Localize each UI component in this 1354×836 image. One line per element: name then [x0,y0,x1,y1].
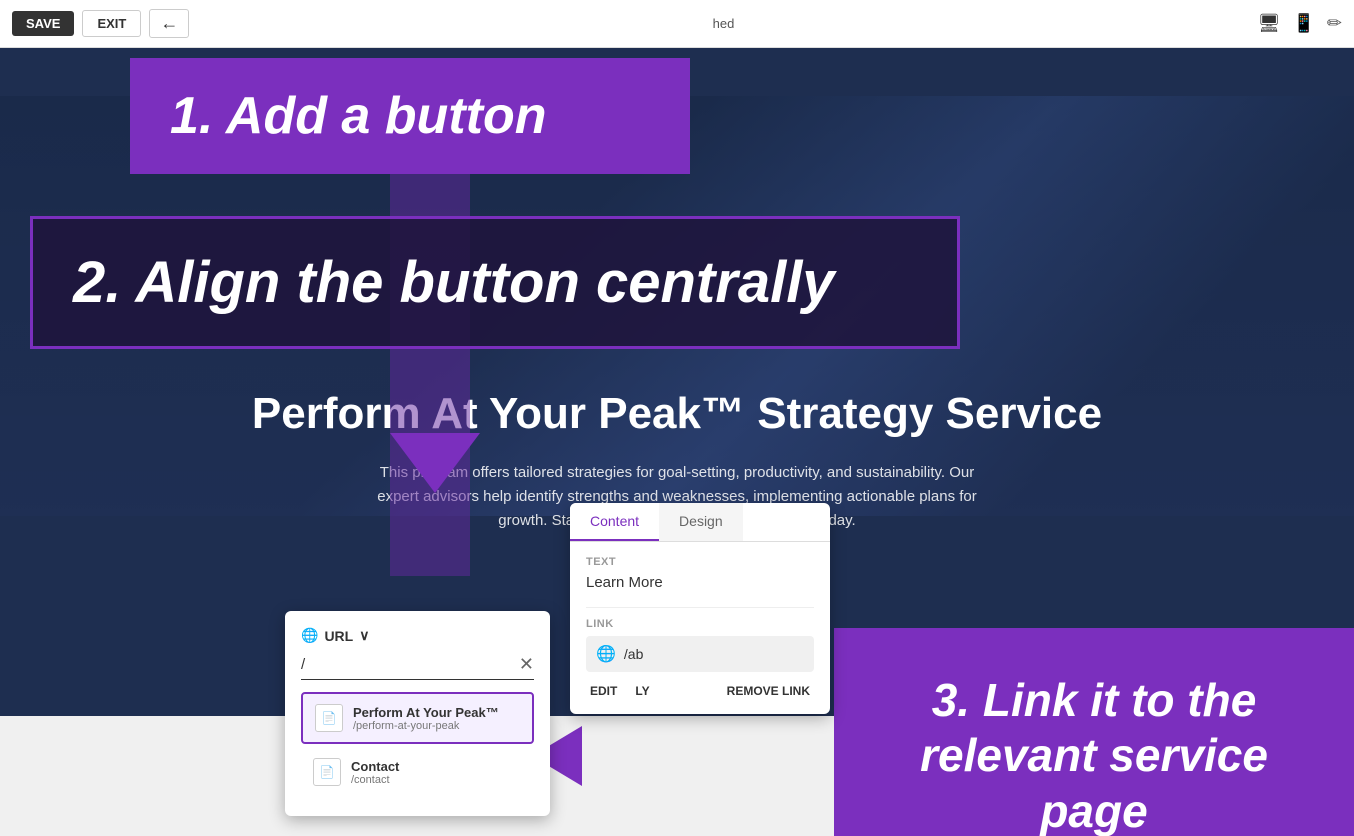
globe-icon: 🌐 [301,627,318,644]
page-info-peak: Perform At Your Peak™ /perform-at-your-p… [353,705,499,732]
link-globe-icon: 🌐 [596,644,616,664]
page-name-contact: Contact [351,759,399,774]
url-dropdown-icon[interactable]: ∨ [359,627,369,644]
desktop-icon[interactable]: 🖥 [1258,13,1281,34]
view-icons: 🖥 📱 ✏ [1258,13,1342,34]
step3-text: 3. Link it to the relevant service page [864,673,1324,836]
content-panel: Content Design TEXT Learn More LINK 🌐 /a… [570,503,830,714]
panel-tabs: Content Design [570,503,830,542]
step2-text: 2. Align the button centrally [73,249,917,316]
text-label: TEXT [586,556,814,568]
toolbar: SAVE EXIT ← hed 🖥 📱 ✏ [0,0,1354,48]
panel-body: TEXT Learn More LINK 🌐 /ab EDIT LY REMOV… [570,542,830,714]
url-input[interactable] [301,656,519,673]
link-row: 🌐 /ab [586,636,814,672]
step1-text: 1. Add a button [170,86,650,146]
link-label: LINK [586,618,814,630]
publish-status: hed [713,16,735,31]
page-icon-peak: 📄 [315,704,343,732]
pen-icon[interactable]: ✏ [1327,13,1342,34]
url-panel: 🌐 URL ∨ ✕ 📄 Perform At Your Peak™ /perfo… [285,611,550,816]
page-item-contact[interactable]: 📄 Contact /contact [301,748,534,796]
text-value: Learn More [586,574,814,591]
mobile-icon[interactable]: 📱 [1293,13,1315,34]
url-type-label: URL [324,628,353,644]
link-text: /ab [624,646,643,662]
canvas-area: Perform At Your Peak™ Strategy Service T… [0,48,1354,836]
arrow-down-icon [390,433,480,493]
step3-box: 3. Link it to the relevant service page [834,628,1354,836]
back-button[interactable]: ← [149,9,189,38]
page-icon-contact: 📄 [313,758,341,786]
save-button[interactable]: SAVE [12,11,74,36]
url-header: 🌐 URL ∨ [301,627,534,644]
page-name-peak: Perform At Your Peak™ [353,705,499,720]
page-url-peak: /perform-at-your-peak [353,720,499,732]
tab-content[interactable]: Content [570,503,659,541]
url-input-row: ✕ [301,654,534,680]
edit-link-button[interactable]: EDIT [586,682,621,700]
tab-design[interactable]: Design [659,503,743,541]
remove-link-button[interactable]: REMOVE LINK [723,682,814,700]
link-actions: EDIT LY REMOVE LINK [586,682,814,700]
panel-divider [586,607,814,608]
copy-link-button[interactable]: LY [631,682,653,700]
hero-title: Perform At Your Peak™ Strategy Service [20,388,1334,441]
exit-button[interactable]: EXIT [82,10,141,37]
step1-box: 1. Add a button [130,58,690,174]
page-item-peak[interactable]: 📄 Perform At Your Peak™ /perform-at-your… [301,692,534,744]
step2-box: 2. Align the button centrally [30,216,960,349]
page-info-contact: Contact /contact [351,759,399,786]
page-url-contact: /contact [351,774,399,786]
url-clear-button[interactable]: ✕ [519,654,534,675]
